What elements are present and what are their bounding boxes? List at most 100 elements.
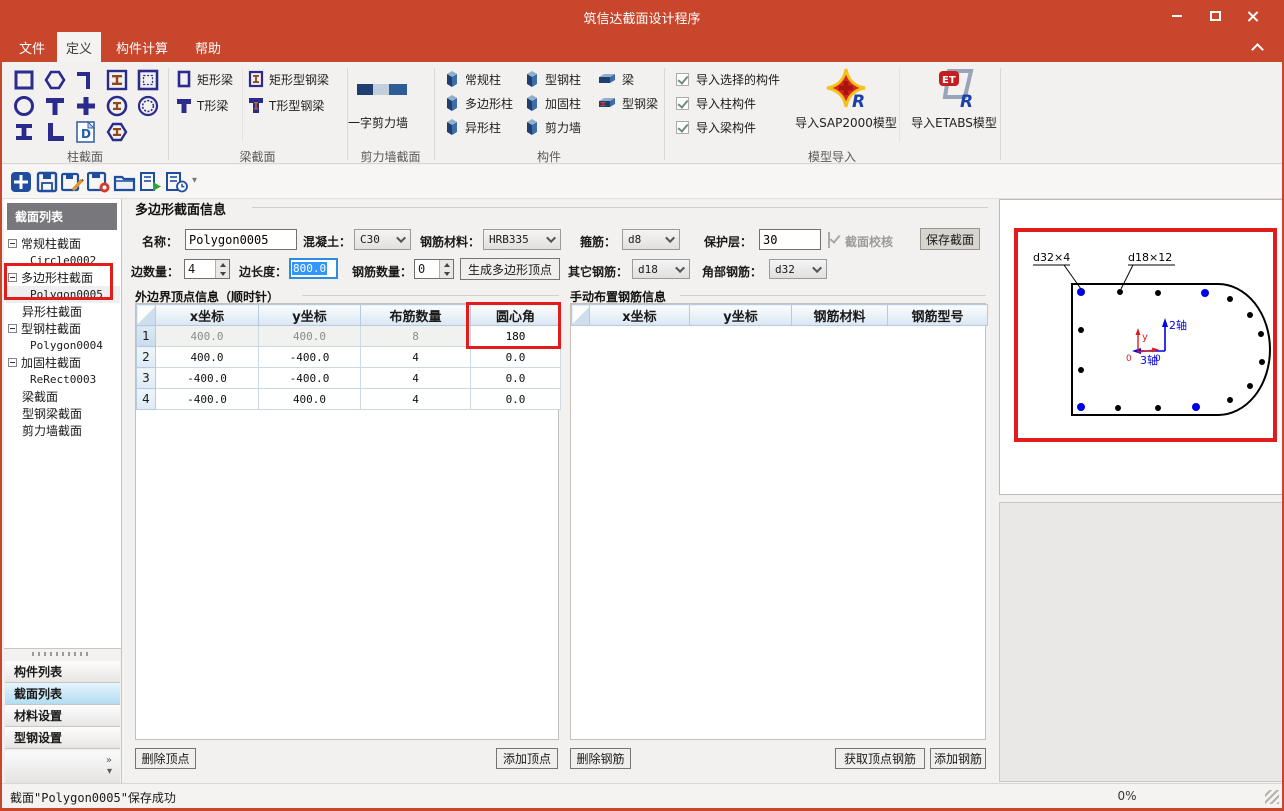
cross-column-section-icon[interactable] <box>72 93 100 119</box>
splitter-grip[interactable] <box>32 652 92 656</box>
cell-count[interactable]: 4 <box>361 347 471 368</box>
wall-icon[interactable] <box>357 84 407 95</box>
generate-vertices-button[interactable]: 生成多边形顶点 <box>460 258 560 280</box>
tree-item-beam-section[interactable]: 梁截面 <box>6 388 120 405</box>
cover-input[interactable] <box>759 229 821 250</box>
rect-beam-button[interactable]: 矩形梁 <box>176 68 233 90</box>
tree-item-regular-column[interactable]: 常规柱截面 <box>6 235 120 252</box>
cell-y[interactable]: 400.0 <box>259 389 361 410</box>
get-vertex-rebar-button[interactable]: 获取顶点钢筋 <box>835 748 925 769</box>
tree-item-special-column[interactable]: 异形柱截面 <box>6 303 120 320</box>
tree-item-steel-column[interactable]: 型钢柱截面 <box>6 320 120 337</box>
list-run-icon[interactable] <box>138 169 163 194</box>
save-new-icon[interactable] <box>86 169 111 194</box>
steel-column-button[interactable]: 型钢柱 <box>524 68 581 90</box>
col-header-rebar-count[interactable]: 布筋数量 <box>361 305 471 326</box>
shear-wall-button[interactable]: 剪力墙 <box>524 116 581 138</box>
cell-y[interactable]: -400.0 <box>259 368 361 389</box>
delete-rebar-button[interactable]: 删除钢筋 <box>570 748 631 769</box>
rect-column-section-icon[interactable] <box>10 67 38 93</box>
table-corner-cell[interactable] <box>572 305 590 326</box>
row-header[interactable]: 1 <box>137 326 156 347</box>
minimize-button[interactable] <box>1164 6 1190 26</box>
collapse-ribbon-icon[interactable] <box>1253 42 1262 51</box>
spin-up-icon[interactable] <box>440 260 453 269</box>
cell-y[interactable]: 400.0 <box>259 326 361 347</box>
cell-x[interactable]: -400.0 <box>156 389 259 410</box>
tab-help[interactable]: 帮助 <box>184 32 232 62</box>
section-check-checkbox[interactable] <box>828 232 830 248</box>
row-header[interactable]: 2 <box>137 347 156 368</box>
row-header[interactable]: 4 <box>137 389 156 410</box>
col-header-x[interactable]: x坐标 <box>156 305 259 326</box>
edge-count-stepper[interactable]: 4 <box>184 259 230 279</box>
t-steel-beam-button[interactable]: T形型钢梁 <box>248 94 324 116</box>
pipe-section-icon[interactable] <box>134 93 162 119</box>
import-selected-checkbox[interactable]: 导入选择的构件 <box>676 69 780 89</box>
spin-up-icon[interactable] <box>216 260 229 269</box>
tree-item-steel-beam-section[interactable]: 型钢梁截面 <box>6 405 120 422</box>
nav-section-list[interactable]: 截面列表 <box>5 683 120 705</box>
steel-beam-member-button[interactable]: 型钢梁 <box>597 92 658 114</box>
cell-count[interactable]: 8 <box>361 326 471 347</box>
regular-column-button[interactable]: 常规柱 <box>444 68 501 90</box>
table-row[interactable]: 3 -400.0 -400.0 4 0.0 <box>137 368 561 389</box>
cell-x[interactable]: -400.0 <box>156 368 259 389</box>
dxf-import-section-icon[interactable]: D <box>72 119 100 145</box>
circle-column-section-icon[interactable] <box>10 93 38 119</box>
col-header-y[interactable]: y坐标 <box>259 305 361 326</box>
import-columns-checkbox[interactable]: 导入柱构件 <box>676 93 756 113</box>
tree-item-polygon0004[interactable]: Polygon0004 <box>6 337 120 354</box>
hex-column-section-icon[interactable] <box>41 67 69 93</box>
ibeam-column-section-icon[interactable] <box>10 119 38 145</box>
corner-rebar-select[interactable]: d32 <box>769 259 827 279</box>
cell-angle[interactable]: 180 <box>471 326 561 347</box>
cell-angle[interactable]: 0.0 <box>471 389 561 410</box>
save-as-icon[interactable] <box>60 169 85 194</box>
tree-item-circle0002[interactable]: Circle0002 <box>6 252 120 269</box>
col-header-material[interactable]: 钢筋材料 <box>792 305 888 326</box>
cell-x[interactable]: 400.0 <box>156 326 259 347</box>
other-rebar-select[interactable]: d18 <box>632 259 690 279</box>
spin-down-icon[interactable] <box>216 269 229 278</box>
nav-material-settings[interactable]: 材料设置 <box>5 705 120 727</box>
cell-count[interactable]: 4 <box>361 389 471 410</box>
table-row[interactable]: 1 400.0 400.0 8 180 <box>137 326 561 347</box>
add-vertex-button[interactable]: 添加顶点 <box>496 748 558 769</box>
tree-item-polygon-column[interactable]: 多边形柱截面 <box>6 269 120 286</box>
tab-define[interactable]: 定义 <box>57 32 101 62</box>
concrete-select[interactable]: C30 <box>354 229 411 250</box>
nav-steel-settings[interactable]: 型钢设置 <box>5 727 120 749</box>
col-header-type[interactable]: 钢筋型号 <box>888 305 988 326</box>
tab-member-calc[interactable]: 构件计算 <box>106 32 178 62</box>
tree-item-strengthen-column[interactable]: 加固柱截面 <box>6 354 120 371</box>
collapse-icon[interactable] <box>8 358 17 367</box>
add-rebar-button[interactable]: 添加钢筋 <box>930 748 986 769</box>
tree-item-polygon0005[interactable]: Polygon0005 <box>6 286 120 303</box>
cell-angle[interactable]: 0.0 <box>471 347 561 368</box>
list-schedule-icon[interactable] <box>164 169 189 194</box>
collapse-icon[interactable] <box>8 239 17 248</box>
t-column-section-icon[interactable] <box>41 93 69 119</box>
tree-item-rerect0003[interactable]: ReRect0003 <box>6 371 120 388</box>
hex-steel-section-icon[interactable] <box>103 119 131 145</box>
l-column-section-icon[interactable] <box>41 119 69 145</box>
delete-vertex-button[interactable]: 删除顶点 <box>135 748 196 769</box>
beam-member-button[interactable]: 梁 <box>597 68 634 90</box>
cell-angle[interactable]: 0.0 <box>471 368 561 389</box>
maximize-button[interactable] <box>1202 6 1228 26</box>
rebar-count-stepper[interactable]: 0 <box>414 259 454 279</box>
nav-overflow[interactable]: » ▾ <box>5 751 120 783</box>
cell-count[interactable]: 4 <box>361 368 471 389</box>
save-section-button[interactable]: 保存截面 <box>920 228 980 250</box>
polygon-column-button[interactable]: 多边形柱 <box>444 92 513 114</box>
import-beams-checkbox[interactable]: 导入梁构件 <box>676 117 756 137</box>
table-row[interactable]: 4 -400.0 400.0 4 0.0 <box>137 389 561 410</box>
import-etabs-button[interactable]: ET R 导入ETABS模型 <box>902 67 1006 141</box>
stirrup-select[interactable]: d8 <box>622 229 680 250</box>
circle-steel-section-icon[interactable] <box>103 93 131 119</box>
box-steel-section-icon[interactable] <box>103 67 131 93</box>
collapse-icon[interactable] <box>8 273 17 282</box>
special-column-button[interactable]: 异形柱 <box>444 116 501 138</box>
toolbar-overflow-icon[interactable]: ▾ <box>192 175 197 186</box>
